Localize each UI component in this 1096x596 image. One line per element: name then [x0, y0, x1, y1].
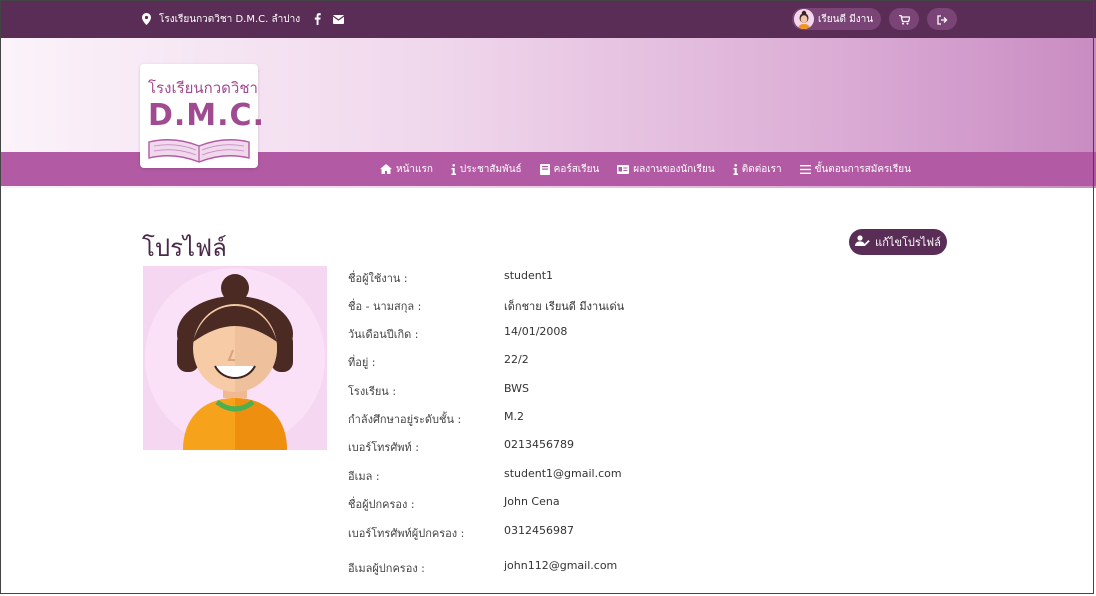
facebook-icon[interactable]	[314, 13, 321, 25]
profile-row: ที่อยู่ : 22/2	[348, 350, 748, 370]
book-icon	[539, 163, 550, 175]
school-logo[interactable]: โรงเรียนกวดวิชา D.M.C.	[140, 64, 264, 168]
field-label: วันเดือนปีเกิด :	[348, 328, 419, 341]
nav-item-contact[interactable]: ติดต่อเรา	[733, 162, 782, 177]
field-value: เด็กชาย เรียนดี มีงานเด่น	[504, 300, 625, 313]
nav-item-label: ติดต่อเรา	[741, 163, 782, 175]
field-label: เบอร์โทรศัพท์ผู้ปกครอง :	[348, 527, 465, 540]
profile-avatar	[143, 266, 327, 450]
field-value: 14/01/2008	[504, 325, 568, 338]
field-value: 0213456789	[504, 438, 574, 451]
user-edit-icon	[855, 235, 870, 249]
profile-row: ชื่อ - นามสกุล : เด็กชาย เรียนดี มีงานเด…	[348, 294, 748, 314]
avatar	[794, 9, 814, 29]
top-bar-right: เรียนดี มีงาน	[792, 8, 958, 30]
field-label: อีเมลผู้ปกครอง :	[348, 562, 425, 575]
nav-item-student-works[interactable]: ผลงานของนักเรียน	[617, 162, 715, 177]
school-location-text: โรงเรียนกวดวิชา D.M.C. ลำปาง	[159, 13, 301, 25]
field-value: 0312456987	[504, 524, 574, 537]
field-value: john112@gmail.com	[504, 559, 618, 572]
id-card-icon	[617, 164, 630, 174]
top-bar-left: โรงเรียนกวดวิชา D.M.C. ลำปาง	[142, 11, 345, 27]
profile-row: วันเดือนปีเกิด : 14/01/2008	[348, 322, 748, 342]
logo-text-dmc: D.M.C.	[148, 98, 265, 133]
profile-row: กำลังศึกษาอยู่ระดับชั้น : M.2	[348, 407, 748, 427]
envelope-icon[interactable]	[333, 14, 345, 24]
profile-row: เบอร์โทรศัพท์ผู้ปกครอง : 0312456987	[348, 521, 748, 541]
nav-item-home[interactable]: หน้าแรก	[380, 162, 433, 177]
nav-item-enrollment-steps[interactable]: ขั้นตอนการสมัครเรียน	[799, 162, 911, 177]
nav-item-label: ขั้นตอนการสมัครเรียน	[814, 163, 911, 175]
field-value: John Cena	[504, 495, 560, 508]
open-book-icon	[146, 136, 252, 168]
nav-item-label: หน้าแรก	[396, 163, 433, 175]
list-icon	[799, 164, 811, 174]
page-title: โปรไฟล์	[142, 234, 227, 262]
field-label: ชื่อผู้ปกครอง :	[348, 498, 415, 511]
cart-icon	[898, 10, 911, 29]
nav-item-news[interactable]: ประชาสัมพันธ์	[451, 162, 522, 177]
field-label: เบอร์โทรศัพท์ :	[348, 441, 420, 454]
edit-profile-button[interactable]: แก้ไขโปรไฟล์	[849, 229, 947, 255]
home-icon	[380, 164, 392, 174]
field-value: student1	[504, 269, 554, 282]
cart-button[interactable]	[889, 8, 920, 30]
profile-row: ชื่อผู้ใช้งาน : student1	[348, 266, 748, 286]
profile-row: ชื่อผู้ปกครอง : John Cena	[348, 492, 748, 512]
nav-item-label: คอร์สเรียน	[553, 163, 600, 175]
profile-row: เบอร์โทรศัพท์ : 0213456789	[348, 435, 748, 455]
logout-button[interactable]	[927, 8, 958, 30]
field-label: ชื่อ - นามสกุล :	[348, 300, 422, 313]
field-value: student1@gmail.com	[504, 467, 622, 480]
info-icon	[451, 163, 456, 175]
map-marker-icon	[142, 13, 151, 25]
edit-profile-label: แก้ไขโปรไฟล์	[875, 236, 941, 249]
profile-row: อีเมลผู้ปกครอง : john112@gmail.com	[348, 556, 748, 576]
field-label: ชื่อผู้ใช้งาน :	[348, 272, 408, 285]
username-label: เรียนดี มีงาน	[818, 13, 874, 25]
field-label: ที่อยู่ :	[348, 356, 376, 369]
info-icon	[733, 163, 738, 175]
top-bar: โรงเรียนกวดวิชา D.M.C. ลำปาง เรียนดี มีง…	[0, 0, 1096, 38]
field-label: อีเมล :	[348, 470, 380, 483]
logo-text-thai: โรงเรียนกวดวิชา	[148, 79, 258, 97]
field-value: 22/2	[504, 353, 529, 366]
profile-row: โรงเรียน : BWS	[348, 379, 748, 399]
field-value: BWS	[504, 382, 530, 395]
nav-item-label: ผลงานของนักเรียน	[633, 163, 715, 175]
sign-out-icon	[936, 10, 948, 29]
user-menu-button[interactable]: เรียนดี มีงาน	[792, 8, 882, 30]
field-value: M.2	[504, 410, 524, 423]
nav-item-label: ประชาสัมพันธ์	[459, 163, 522, 175]
field-label: กำลังศึกษาอยู่ระดับชั้น :	[348, 413, 462, 426]
field-label: โรงเรียน :	[348, 385, 397, 398]
main-nav: หน้าแรก ประชาสัมพันธ์ คอร์สเรียน ผลงานขอ…	[380, 152, 911, 186]
nav-item-courses[interactable]: คอร์สเรียน	[539, 162, 600, 177]
profile-row: อีเมล : student1@gmail.com	[348, 464, 748, 484]
